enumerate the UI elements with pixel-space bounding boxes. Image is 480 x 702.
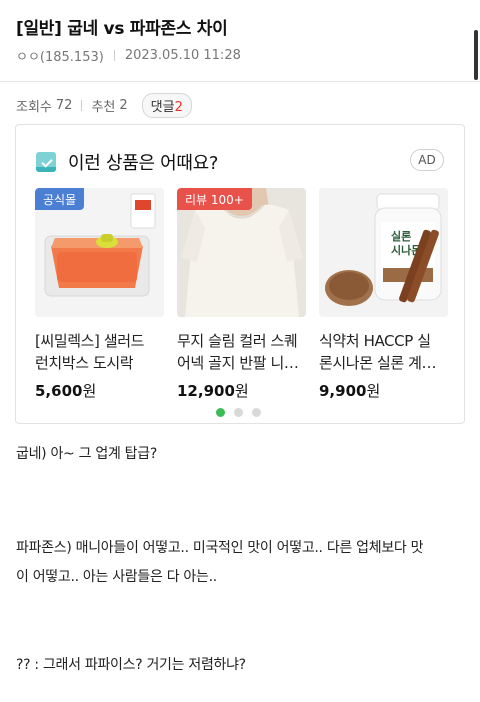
product-name-line: 런치박스 도시락 <box>35 354 134 372</box>
price-unit: 원 <box>82 382 97 398</box>
product-price: 9,900원 <box>319 380 448 398</box>
comments-count: 2 <box>174 99 183 115</box>
price-unit: 원 <box>234 382 249 398</box>
recommend-count: 2 <box>119 97 128 113</box>
post-stats: 조회수 72 추천 2 댓글2 <box>16 92 192 118</box>
cinnamon-jar-image: 실론 시나몬 <box>319 188 448 317</box>
comments-button[interactable]: 댓글2 <box>141 92 192 118</box>
price-value: 12,900 <box>177 382 235 398</box>
product-name-line: 론시나몬 실론 계… <box>319 354 437 372</box>
ad-title: 이런 상품은 어때요? <box>68 153 219 174</box>
product-name: [씨밀렉스] 샐러드 런치박스 도시락 <box>35 330 164 374</box>
carousel-pager <box>216 408 270 417</box>
author-name[interactable]: ㅇㅇ(185.153) <box>16 46 104 65</box>
ad-header: 이런 상품은 어때요? <box>36 149 218 175</box>
shopping-bag-icon <box>36 152 56 172</box>
product-name: 식약처 HACCP 실 론시나몬 실론 계… <box>319 330 448 374</box>
price-unit: 원 <box>366 382 381 398</box>
product-price: 5,600원 <box>35 380 164 398</box>
post-body-line: 이 어떻고.. 아는 사람들은 다 아는.. <box>16 569 217 585</box>
ad-products: 공식몰 [씨밀렉스] 샐러드 런치박스 도시락 5,600원 리뷰 100+ 무… <box>35 188 475 398</box>
carousel-dot[interactable] <box>216 408 225 417</box>
product-name-line: 식약처 HACCP 실 <box>319 332 431 350</box>
product-name-line: 어넥 골지 반팔 니… <box>177 354 299 372</box>
stats-divider <box>81 99 83 111</box>
comments-label: 댓글 <box>150 99 175 115</box>
price-value: 5,600 <box>35 382 83 398</box>
post-meta: ㅇㅇ(185.153) 2023.05.10 11:28 <box>16 46 241 65</box>
ad-badge[interactable]: AD <box>410 149 444 171</box>
post-body-line: 굽네) 아~ 그 업계 탑급? <box>16 446 157 462</box>
carousel-dot[interactable] <box>252 408 261 417</box>
views-label: 조회수 <box>16 99 52 115</box>
post-timestamp: 2023.05.10 11:28 <box>124 48 241 63</box>
scrollbar[interactable] <box>474 30 478 80</box>
post-title: [일반] 굽네 vs 파파존스 차이 <box>16 19 228 39</box>
product-badge: 공식몰 <box>35 188 85 210</box>
views-count: 72 <box>55 97 73 113</box>
recommend-label: 추천 <box>91 99 116 115</box>
carousel-dot[interactable] <box>234 408 243 417</box>
meta-divider <box>113 50 115 61</box>
price-value: 9,900 <box>319 382 367 398</box>
post-body-line: 파파존스) 매니아들이 어떻고.. 미국적인 맛이 어떻고.. 다른 업체보다 … <box>16 540 424 556</box>
post-header: [일반] 굽네 vs 파파존스 차이 ㅇㅇ(185.153) 2023.05.1… <box>0 0 480 82</box>
product-image: 공식몰 <box>35 188 164 317</box>
product-price: 12,900원 <box>177 380 306 398</box>
product-name-line: [씨밀렉스] 샐러드 <box>35 332 145 350</box>
ad-product-card[interactable]: 리뷰 100+ 무지 슬림 컬러 스퀘 어넥 골지 반팔 니… 12,900원 <box>177 188 306 398</box>
product-image: 리뷰 100+ <box>177 188 306 317</box>
product-badge: 리뷰 100+ <box>177 188 252 210</box>
ad-box: 이런 상품은 어때요? AD 공식몰 [씨밀렉스] 샐러드 런치박스 도시락 5… <box>15 124 465 424</box>
ad-product-card[interactable]: 실론 시나몬 식약처 HACCP 실 론시나몬 실론 계… 9,900원 <box>319 188 448 398</box>
ad-product-card[interactable]: 공식몰 [씨밀렉스] 샐러드 런치박스 도시락 5,600원 <box>35 188 164 398</box>
product-image: 실론 시나몬 <box>319 188 448 317</box>
product-name-line: 무지 슬림 컬러 스퀘 <box>177 332 298 350</box>
product-name: 무지 슬림 컬러 스퀘 어넥 골지 반팔 니… <box>177 330 306 374</box>
post-body-line: ?? : 그래서 파파이스? 거기는 저렴하냐? <box>16 657 246 673</box>
jar-label-line1: 실론 <box>391 229 411 243</box>
